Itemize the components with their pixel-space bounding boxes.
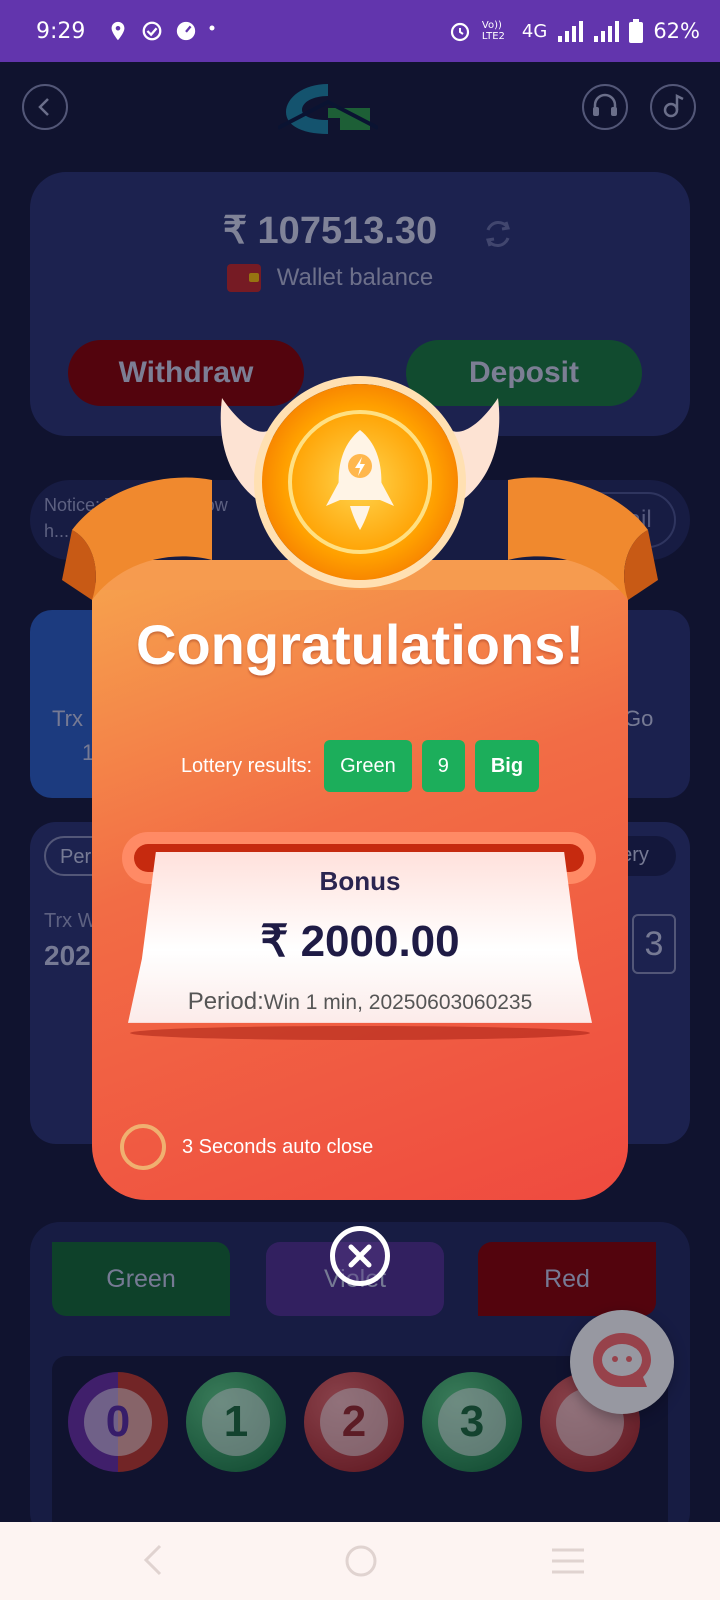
system-nav-bar [0,1522,720,1600]
period-value: Win 1 min, 20250603060235 [263,991,533,1014]
speed-icon [177,21,196,41]
result-number-chip: 9 [421,740,465,792]
rocket-medal [262,384,458,580]
popup-title: Congratulations! [136,613,584,676]
result-color-chip: Green [324,740,412,792]
status-bar: 9:29 Vo)) LTE2 4G 62% [0,0,720,62]
nav-home-icon[interactable] [344,1544,378,1578]
signal-icon-2 [594,21,620,42]
nav-back-icon[interactable] [138,1542,168,1578]
lottery-results: Lottery results: Green 9 Big [92,740,628,792]
status-right: Vo)) LTE2 4G 62% [448,19,700,43]
period-prefix: Period: [187,988,264,1015]
bonus-label: Bonus [319,866,401,896]
network-label: 4G [521,20,548,42]
nav-recents-icon[interactable] [550,1546,586,1576]
auto-close-checkbox[interactable] [120,1124,166,1170]
results-label: Lottery results: [180,754,313,777]
auto-close-text: 3 Seconds auto close [182,1135,374,1158]
battery-percent: 62% [653,19,700,43]
paper-shadow [130,1026,590,1040]
ribbon-left [62,477,212,600]
volte-label: Vo)) LTE2 [481,20,505,42]
close-popup-button[interactable] [330,1226,390,1286]
bonus-period: Period:Win 1 min, 20250603060235 [128,988,592,1016]
battery-icon [629,19,644,43]
bonus-amount: ₹ 2000.00 [260,917,460,966]
dot-icon [209,25,215,31]
check-circle-icon [143,21,162,41]
rocket-icon [326,430,394,530]
close-icon [348,1244,372,1268]
auto-close-row: 3 Seconds auto close [120,1124,373,1170]
alarm-icon [450,22,470,42]
ribbon-right [508,477,658,600]
status-time: 9:29 [36,18,86,44]
signal-icon [558,21,584,42]
result-size-chip: Big [474,740,540,792]
location-icon [111,21,125,41]
